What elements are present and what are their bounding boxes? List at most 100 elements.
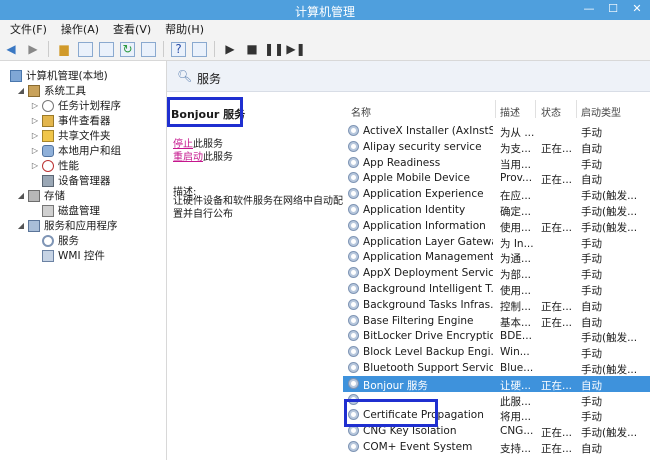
table-row[interactable]: Application Layer Gatewa... 为 In... 手动 — [343, 234, 650, 250]
tree-item-wmi[interactable]: WMI 控件 — [42, 248, 105, 263]
collapse-icon[interactable]: ◢ — [16, 86, 26, 95]
refresh-icon[interactable]: ↻ — [120, 41, 135, 57]
table-row[interactable]: Bonjour 服务 让硬... 正在... 自动 — [343, 375, 650, 392]
service-gear-icon — [348, 298, 359, 310]
tree-item-task-scheduler[interactable]: ▷ 任务计划程序 — [30, 98, 121, 113]
service-startup-cell: 自动 — [581, 142, 602, 155]
table-row[interactable]: App Readiness 当用... 手动 — [343, 155, 650, 171]
expand-icon[interactable]: ▷ — [30, 116, 40, 125]
service-gear-icon — [348, 346, 359, 358]
service-startup-cell: 手动 — [581, 411, 602, 424]
service-name-cell: COM+ Event System — [363, 441, 473, 453]
table-row[interactable]: Block Level Backup Engi... Win... 手动 — [343, 344, 650, 360]
service-startup-cell: 自动 — [581, 379, 602, 392]
collapse-icon[interactable]: ◢ — [16, 221, 26, 230]
service-startup-cell: 手动 — [581, 348, 602, 361]
menu-action[interactable]: 操作(A) — [61, 21, 99, 37]
device-icon — [42, 174, 54, 187]
service-gear-icon — [348, 267, 359, 279]
table-row[interactable]: BitLocker Drive Encryptio... BDE... 手动(触发.… — [343, 328, 650, 344]
computer-icon — [10, 69, 22, 82]
service-desc-cell: Prov... — [500, 172, 533, 185]
export-icon[interactable] — [141, 41, 156, 57]
service-startup-cell: 手动 — [581, 127, 602, 139]
tree-item-local-users[interactable]: ▷ 本地用户和组 — [30, 143, 121, 158]
service-gear-icon — [348, 172, 359, 184]
table-row[interactable]: COM+ Event System 支持... 正在... 自动 — [343, 439, 650, 455]
column-description[interactable]: 描述 — [500, 104, 520, 119]
play-icon[interactable]: ▶ — [222, 41, 238, 57]
forward-arrow-icon[interactable]: ▶ — [25, 41, 41, 57]
column-status[interactable]: 状态 — [541, 104, 561, 119]
menu-file[interactable]: 文件(F) — [10, 21, 47, 37]
table-row[interactable]: Application Management 为通... 手动 — [343, 249, 650, 265]
maximize-icon[interactable]: ☐ — [606, 3, 620, 15]
tree-item-services-apps[interactable]: ◢ 服务和应用程序 — [16, 218, 118, 233]
service-startup-cell: 手动(触发... — [581, 206, 638, 218]
tree-item-shared-folders[interactable]: ▷ 共享文件夹 — [30, 128, 111, 143]
service-name-cell: Bluetooth Support Service — [363, 362, 493, 374]
table-row[interactable]: Application Experience 在应... 手动(触发... — [343, 186, 650, 202]
service-gear-icon — [348, 330, 359, 342]
service-name-cell: App Readiness — [363, 156, 441, 169]
table-row[interactable]: AppX Deployment Servic... 为部... 手动 — [343, 265, 650, 281]
service-startup-cell: 自动 — [581, 300, 602, 313]
console-icon[interactable] — [192, 41, 207, 57]
tree-item-event-viewer[interactable]: ▷ 事件查看器 — [30, 113, 111, 128]
show-tree-icon[interactable] — [78, 41, 93, 57]
restart-service-link[interactable]: 重启动 — [173, 152, 203, 163]
service-name-cell: ActiveX Installer (AxInstSV) — [363, 125, 493, 137]
table-row[interactable]: Background Tasks Infras... 控制... 正在... 自动 — [343, 297, 650, 313]
tree-item-system-tools[interactable]: ◢ 系统工具 — [16, 83, 86, 98]
properties-icon[interactable] — [99, 41, 114, 57]
service-startup-cell: 手动(触发... — [581, 190, 638, 203]
help-icon[interactable]: ? — [171, 41, 186, 57]
table-row[interactable]: Application Information 使用... 正在... 手动(触发..… — [343, 218, 650, 234]
service-desc-cell: 基本... — [500, 316, 532, 329]
service-desc-cell: 为支... — [500, 142, 532, 155]
tree-item-storage[interactable]: ◢ 存储 — [16, 188, 65, 203]
table-row[interactable]: Bluetooth Support Service Blue... 手动(触发... — [343, 360, 650, 376]
table-row[interactable]: Application Identity 确定... 手动(触发... — [343, 202, 650, 218]
pause-icon[interactable]: ❚❚ — [264, 41, 284, 57]
expand-icon[interactable]: ▷ — [30, 161, 40, 170]
table-row[interactable]: Base Filtering Engine 基本... 正在... 自动 — [343, 313, 650, 329]
minimize-icon[interactable]: — — [582, 3, 596, 15]
column-name[interactable]: 名称 — [351, 104, 371, 119]
table-row[interactable]: Apple Mobile Device Prov... 正在... 自动 — [343, 170, 650, 186]
column-startup-type[interactable]: 启动类型 — [581, 104, 621, 119]
tree-item-performance[interactable]: ▷ 性能 — [30, 158, 79, 173]
expand-icon[interactable]: ▷ — [30, 146, 40, 155]
collapse-icon[interactable]: ◢ — [16, 191, 26, 200]
service-desc-cell: Win... — [500, 346, 530, 359]
service-desc-cell: 让硬... — [500, 379, 532, 392]
expand-icon[interactable]: ▷ — [30, 101, 40, 110]
back-arrow-icon[interactable]: ◀ — [3, 41, 19, 57]
service-status-cell: 正在... — [541, 379, 573, 392]
tree-item-root[interactable]: 计算机管理(本地) — [10, 68, 108, 83]
table-row[interactable]: Alipay security service 为支... 正在... 自动 — [343, 139, 650, 155]
expand-icon[interactable]: ▷ — [30, 131, 40, 140]
service-desc-cell: 当用... — [500, 158, 532, 171]
table-row[interactable]: Background Intelligent T... 使用... 手动 — [343, 281, 650, 297]
folder-up-icon[interactable]: ▆ — [56, 41, 72, 57]
service-desc-cell: 支持... — [500, 443, 532, 455]
service-gear-icon — [348, 140, 359, 152]
tree-item-device-manager[interactable]: 设备管理器 — [42, 173, 111, 188]
wmi-icon — [42, 249, 54, 262]
restart-icon[interactable]: ▶❚ — [286, 41, 305, 57]
tree-item-disk-management[interactable]: 磁盘管理 — [30, 203, 100, 218]
services-header-label: 服务 — [197, 72, 222, 86]
menu-view[interactable]: 查看(V) — [113, 21, 151, 37]
service-desc-cell: 此服... — [500, 395, 532, 408]
service-name-cell: Apple Mobile Device — [363, 172, 470, 185]
service-desc-cell: 使用... — [500, 221, 532, 234]
stop-icon[interactable]: ■ — [244, 41, 260, 57]
clock-icon — [42, 99, 54, 112]
tree-item-services[interactable]: 服务 — [42, 233, 79, 248]
service-startup-cell: 自动 — [581, 443, 602, 455]
table-row[interactable]: ActiveX Installer (AxInstSV) 为从 ... 手动 — [343, 123, 650, 139]
menu-help[interactable]: 帮助(H) — [165, 21, 204, 37]
service-gear-icon — [348, 362, 359, 373]
close-icon[interactable]: ✕ — [630, 3, 644, 15]
